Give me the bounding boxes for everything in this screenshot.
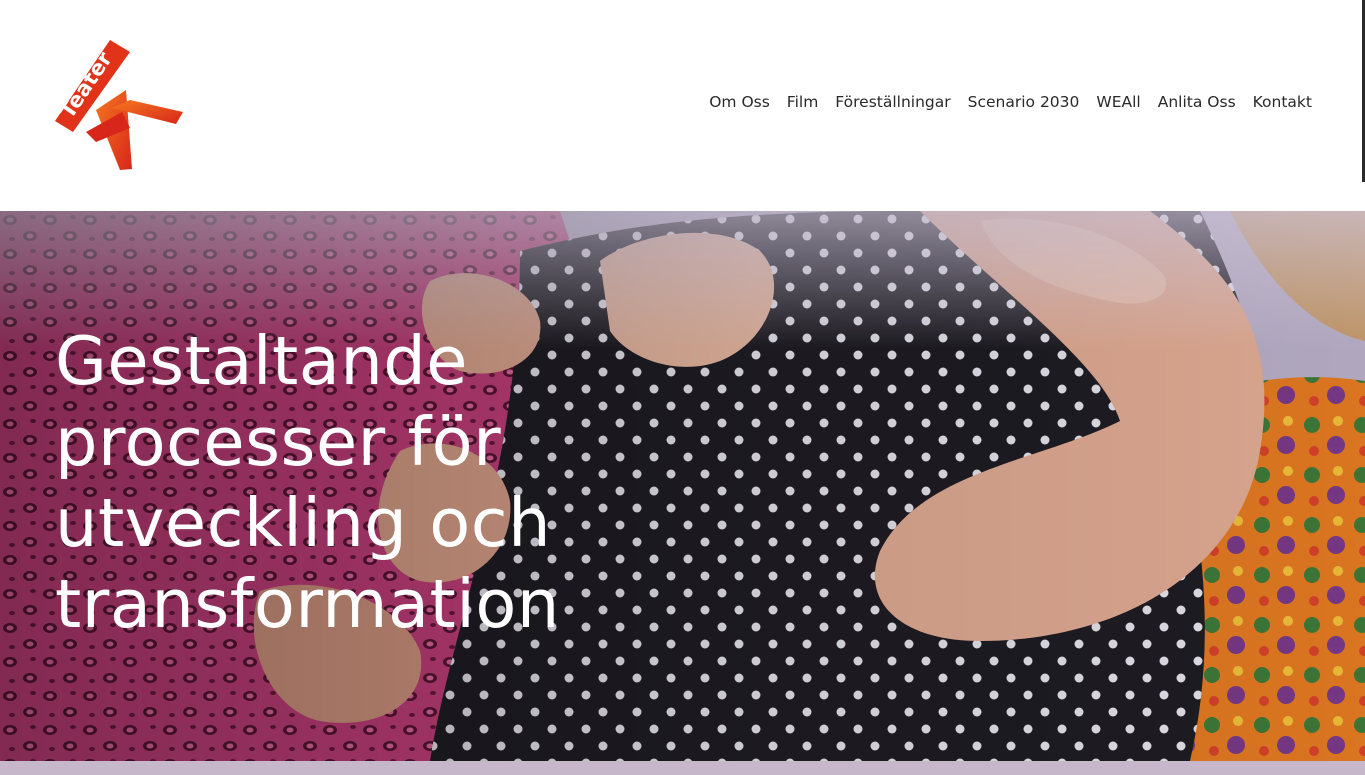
nav-item-film[interactable]: Film: [787, 93, 819, 111]
hero-section: Gestaltande processer för utveckling och…: [0, 211, 1365, 761]
site-header: Teater Om Oss Film Föreställningar Scena…: [0, 0, 1365, 211]
page: Teater Om Oss Film Föreställningar Scena…: [0, 0, 1365, 775]
teater-k-logo-icon: Teater: [55, 40, 183, 170]
site-logo[interactable]: Teater: [52, 38, 186, 172]
nav-item-anlita-oss[interactable]: Anlita Oss: [1158, 93, 1236, 111]
bottom-band: [0, 761, 1365, 775]
nav-item-kontakt[interactable]: Kontakt: [1253, 93, 1312, 111]
hero-title: Gestaltande processer för utveckling och…: [55, 322, 560, 643]
nav-item-om-oss[interactable]: Om Oss: [709, 93, 770, 111]
main-navigation: Om Oss Film Föreställningar Scenario 203…: [709, 93, 1312, 111]
nav-item-forestallningar[interactable]: Föreställningar: [835, 93, 950, 111]
nav-item-scenario-2030[interactable]: Scenario 2030: [968, 93, 1080, 111]
nav-item-weall[interactable]: WEAll: [1096, 93, 1140, 111]
